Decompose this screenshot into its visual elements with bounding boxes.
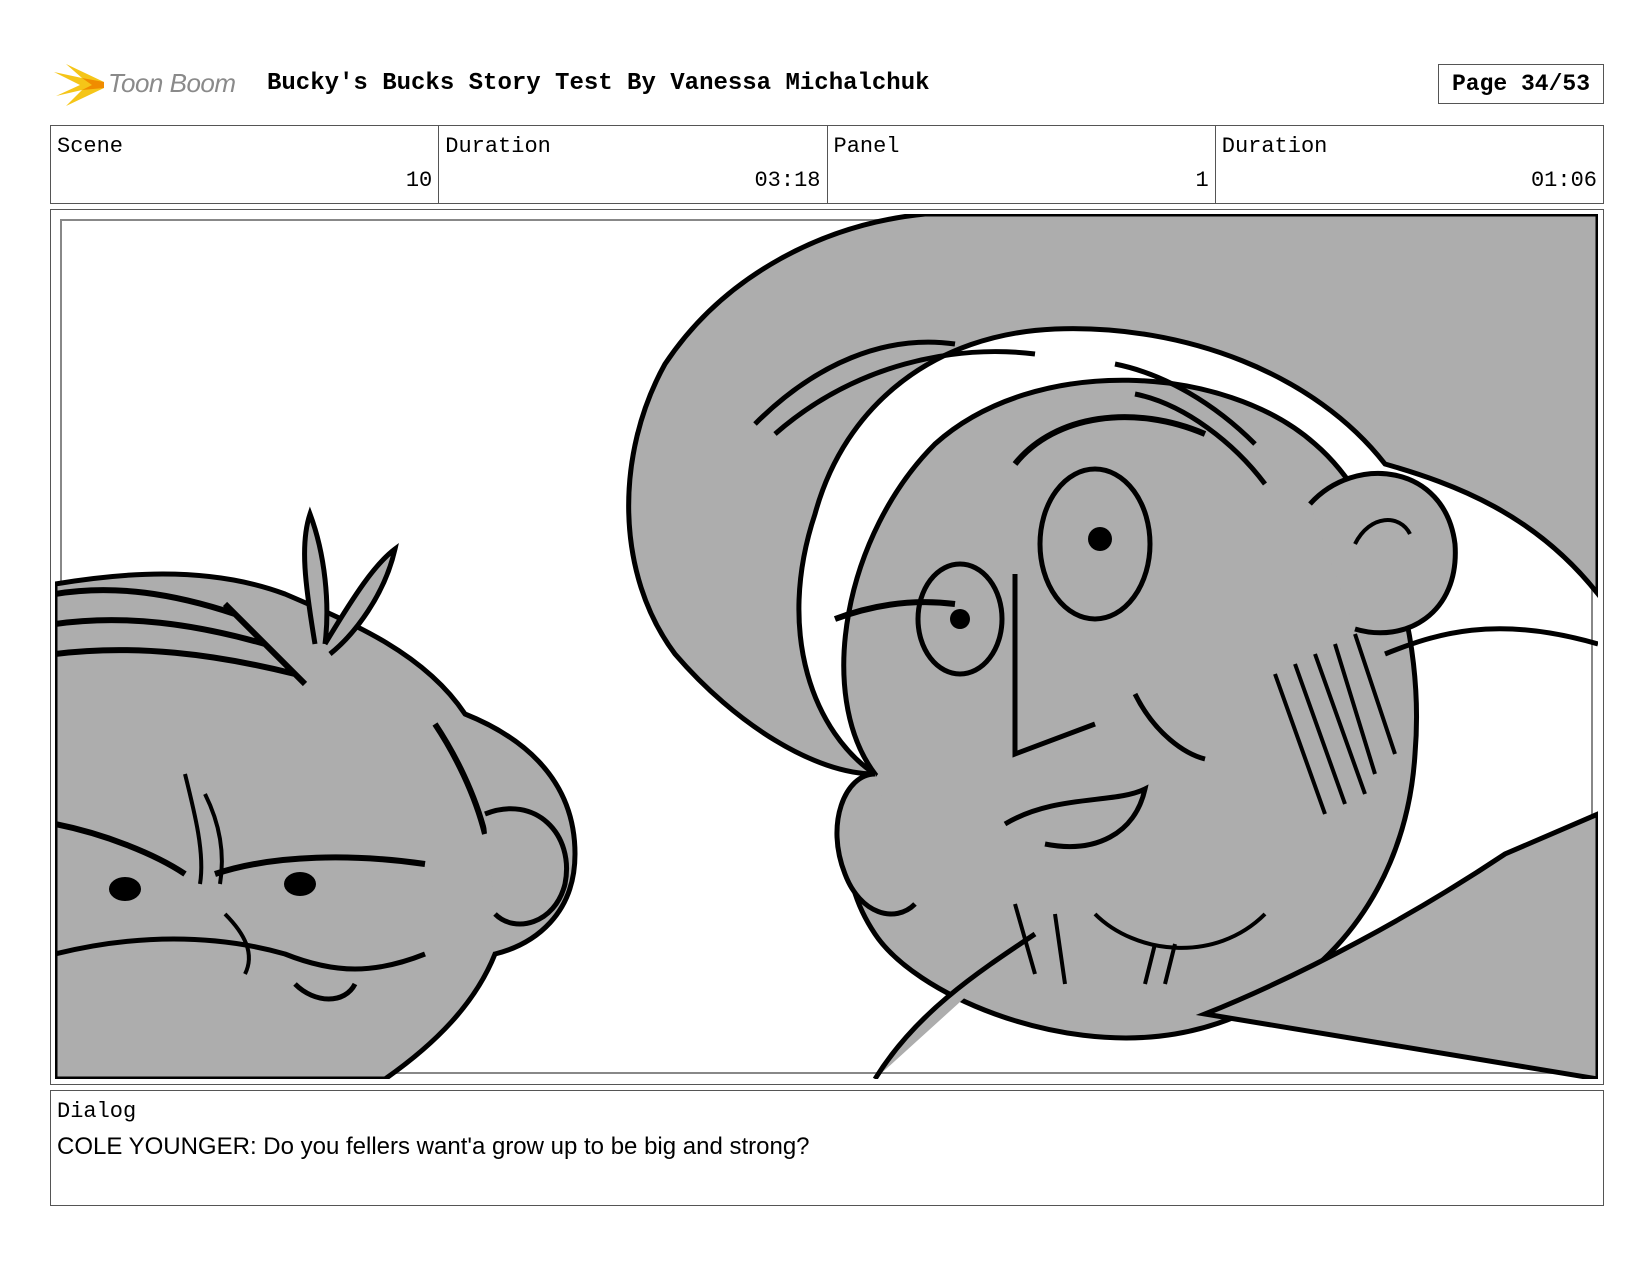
document-title: Bucky's Bucks Story Test By Vanessa Mich… xyxy=(267,70,930,97)
scene-duration-cell: Duration 03:18 xyxy=(439,126,828,203)
scene-duration-label: Duration xyxy=(445,134,551,159)
panel-duration-cell: Duration 01:06 xyxy=(1216,126,1603,203)
panel-cell: Panel 1 xyxy=(828,126,1216,203)
panel-value: 1 xyxy=(1195,168,1209,193)
dialog-section: Dialog COLE YOUNGER: Do you fellers want… xyxy=(50,1090,1604,1206)
scene-duration-value: 03:18 xyxy=(754,168,821,193)
page-indicator: Page 34/53 xyxy=(1438,64,1604,104)
panel-duration-label: Duration xyxy=(1221,134,1328,159)
storyboard-panel xyxy=(50,209,1604,1085)
panel-label: Panel xyxy=(833,134,900,159)
dialog-label: Dialog xyxy=(57,1099,137,1124)
dialog-text: COLE YOUNGER: Do you fellers want'a grow… xyxy=(57,1133,810,1160)
logo-wordmark: Toon Boom xyxy=(108,68,236,98)
storyboard-sketch-image xyxy=(55,214,1598,1079)
starburst-logo-icon xyxy=(54,64,104,106)
scene-value: 10 xyxy=(405,168,433,193)
panel-duration-value: 01:06 xyxy=(1530,168,1597,193)
scene-info-row: Scene 10 Duration 03:18 Panel 1 Duration… xyxy=(50,125,1604,204)
scene-cell: Scene 10 xyxy=(51,126,440,203)
toon-boom-logo: Toon Boom xyxy=(52,58,252,112)
scene-label: Scene xyxy=(57,134,124,159)
